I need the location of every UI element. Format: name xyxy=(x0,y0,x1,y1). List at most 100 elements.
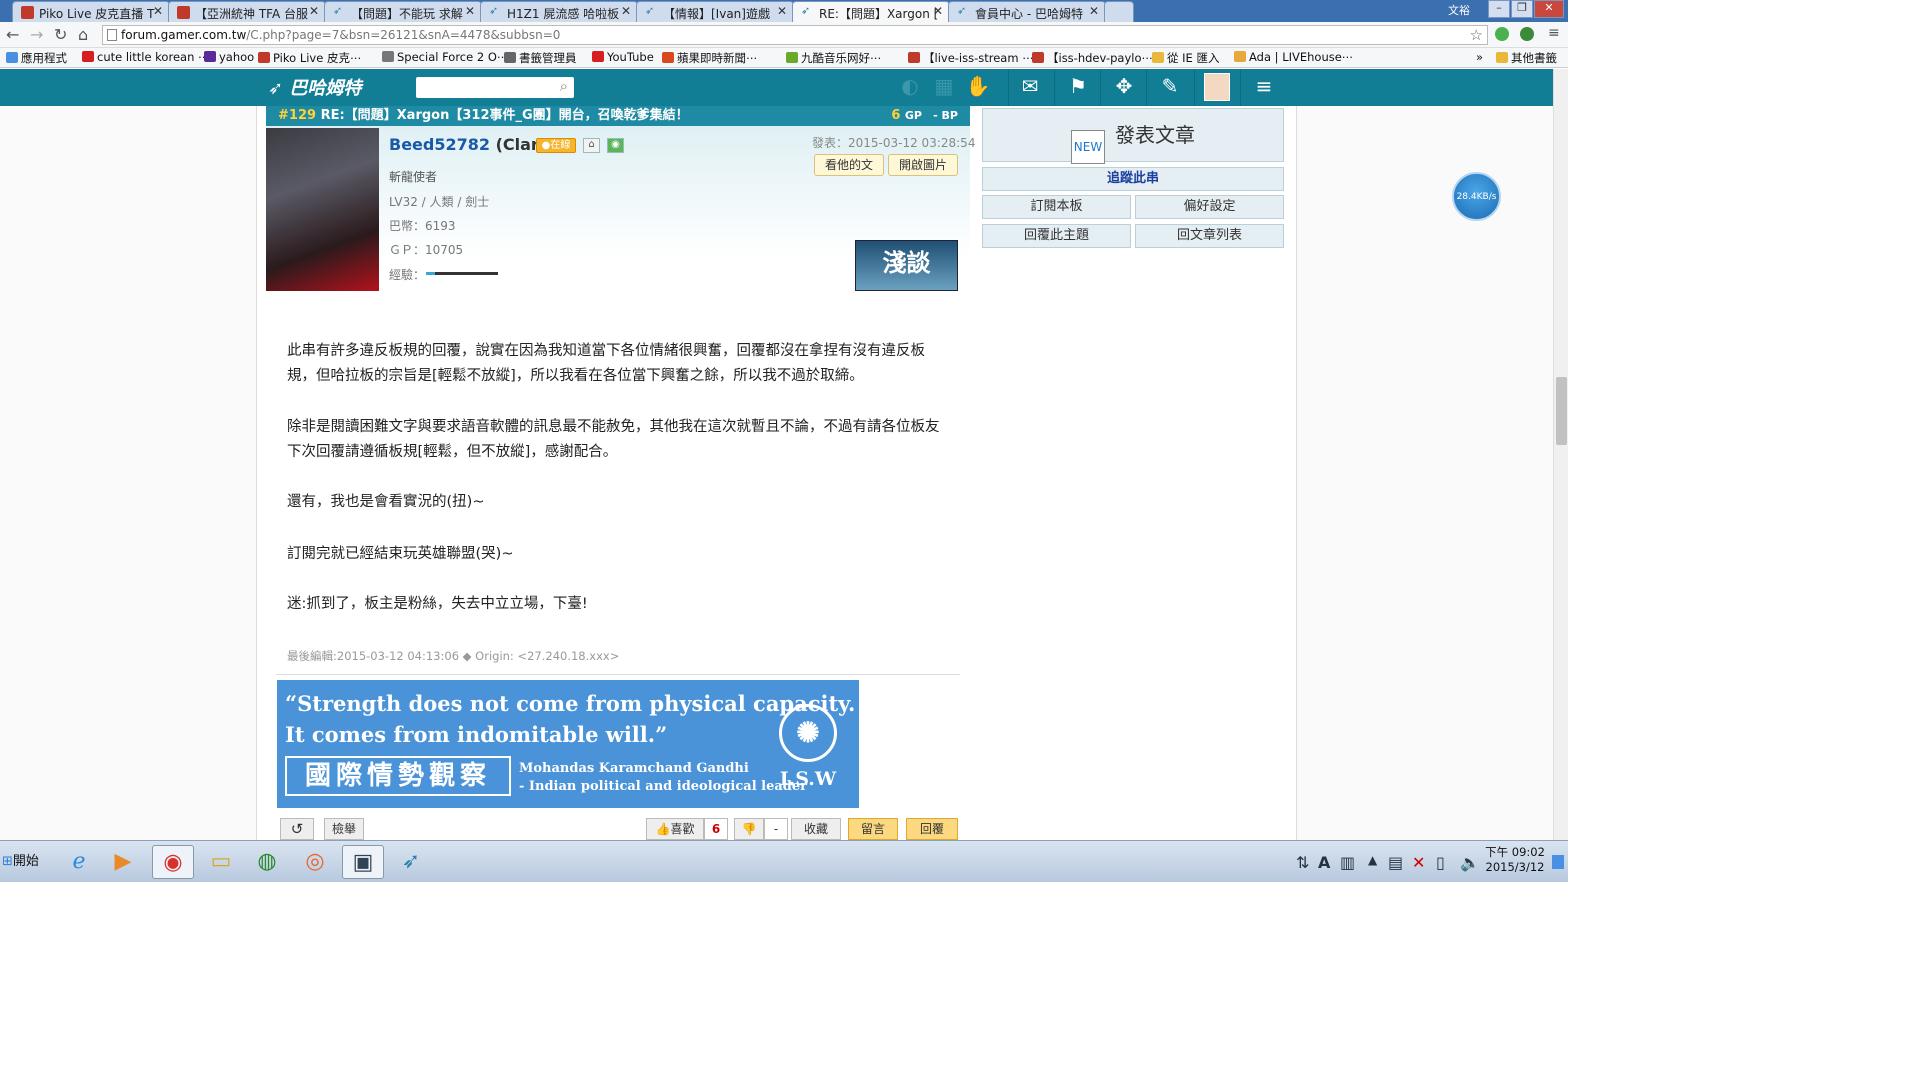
volume-icon[interactable]: 🔈 xyxy=(1460,853,1480,872)
site-logo[interactable]: ➶ 巴哈姆特 xyxy=(268,74,361,100)
tab-h1z1[interactable]: ➶ H1Z1 屍流感 哈啦板 ✕ xyxy=(480,1,638,22)
tag-icon[interactable]: ✎ xyxy=(1156,74,1184,100)
bookmark-item[interactable]: Ada | LIVEhouse⋯ xyxy=(1234,50,1353,64)
tab-close-icon[interactable]: ✕ xyxy=(777,4,787,18)
flag-icon[interactable]: ⚑ xyxy=(1064,74,1092,100)
tab-tfa[interactable]: 【亞洲統神 TFA 台服 ✕ xyxy=(168,1,326,22)
thumbs-down-icon[interactable]: 👎 xyxy=(734,818,764,840)
tab-close-icon[interactable]: ✕ xyxy=(933,4,943,18)
bookmark-item[interactable]: YouTube xyxy=(592,50,654,64)
preferences-button[interactable]: 偏好設定 xyxy=(1135,195,1284,219)
url-input[interactable]: forum.gamer.com.tw/C.php?page=7&bsn=2612… xyxy=(102,25,1488,45)
rss-icon[interactable]: ◉ xyxy=(607,138,624,153)
scroll-thumb[interactable] xyxy=(1556,377,1567,445)
report-button[interactable]: 檢舉 xyxy=(324,818,364,840)
bahamut-app-icon[interactable]: ➶ xyxy=(390,845,432,879)
bahamut-favicon-icon: ➶ xyxy=(645,4,655,17)
keyboard-icon[interactable]: ▥ xyxy=(1340,853,1355,872)
search-icon[interactable]: ⌕ xyxy=(560,77,568,95)
minimize-icon[interactable]: – xyxy=(1488,0,1510,18)
tab-member-center[interactable]: ➶ 會員中心 - 巴哈姆特 ✕ xyxy=(948,1,1106,22)
tab-close-icon[interactable]: ✕ xyxy=(621,4,631,18)
tab-close-icon[interactable]: ✕ xyxy=(153,4,163,18)
tab-close-icon[interactable]: ✕ xyxy=(1089,4,1099,18)
network-speed-widget[interactable]: 28.4KB/s xyxy=(1452,172,1501,221)
chrome-icon[interactable]: ◉ xyxy=(152,845,194,879)
home-icon[interactable]: ⌂ xyxy=(583,138,600,153)
bookmark-item[interactable]: 【live-iss-stream ⋯ xyxy=(908,50,1034,66)
close-window-icon[interactable]: ✕ xyxy=(1534,0,1564,18)
ie-icon[interactable]: ℯ xyxy=(58,845,100,879)
app-window-icon[interactable]: ▣ xyxy=(342,845,384,879)
post-date: 發表：2015-03-12 03:28:54 xyxy=(812,136,976,150)
network-icon[interactable]: ⇅ xyxy=(1296,853,1309,872)
notification-icon[interactable]: ◐ xyxy=(896,74,924,100)
gamepad-icon[interactable]: ✥ xyxy=(1110,74,1138,100)
favorite-button[interactable]: 收藏 xyxy=(791,818,841,840)
bookmarks-overflow-icon[interactable]: » xyxy=(1476,50,1483,64)
subscription-icon[interactable]: ▦ xyxy=(930,74,958,100)
tab-xargon-active[interactable]: ➶ RE:【問題】Xargon [✕ xyxy=(792,1,950,23)
reload-icon[interactable]: ↻ xyxy=(54,25,67,44)
post-floor[interactable]: #129 xyxy=(278,108,316,123)
media-player-icon[interactable]: ▶ xyxy=(102,845,144,879)
bookmark-item[interactable]: 蘋果即時新聞⋯ xyxy=(662,50,758,66)
tab-close-icon[interactable]: ✕ xyxy=(309,4,319,18)
explorer-folder-icon[interactable]: ▭ xyxy=(200,845,242,879)
post-article-button[interactable]: NEW 發表文章 xyxy=(982,108,1284,164)
tray-expand-icon[interactable]: ▲ xyxy=(1368,853,1377,867)
bookmark-item[interactable]: 書籤管理員 xyxy=(504,50,577,66)
bookmark-item[interactable]: 九酷音乐网好⋯ xyxy=(786,50,882,66)
menu-icon[interactable]: ≡ xyxy=(1548,25,1560,41)
like-button[interactable]: 👍喜歡 xyxy=(646,818,704,840)
bookmark-item[interactable]: Special Force 2 O⋯ xyxy=(382,50,508,64)
back-to-list-button[interactable]: 回文章列表 xyxy=(1135,224,1284,248)
gp-icon[interactable]: ✋ xyxy=(964,74,992,100)
poster-name[interactable]: Beed52782 (Clare) xyxy=(389,135,557,154)
bookmark-apps[interactable]: 應用程式 xyxy=(6,50,67,66)
back-arrow-icon[interactable]: ← xyxy=(6,25,19,44)
extension-icon[interactable] xyxy=(1520,27,1534,41)
reply-topic-button[interactable]: 回覆此主題 xyxy=(982,224,1131,248)
user-avatar[interactable] xyxy=(1204,73,1230,101)
new-tab-button[interactable] xyxy=(1104,1,1134,22)
tab-question[interactable]: ➶ 【問題】不能玩 求解 ✕ xyxy=(324,1,482,22)
his-posts-button[interactable]: 看他的文 xyxy=(814,154,884,176)
device-icon[interactable]: ▯ xyxy=(1436,853,1445,872)
firefox-icon[interactable]: ◎ xyxy=(294,845,336,879)
undo-icon[interactable]: ↺ xyxy=(280,818,314,840)
tab-piko-live[interactable]: Piko Live 皮克直播 T ✕ xyxy=(12,1,170,22)
reply-button[interactable]: 回覆 xyxy=(906,818,958,840)
bookmark-item[interactable]: Piko Live 皮克⋯ xyxy=(258,50,361,66)
start-button[interactable]: ⊞開始 xyxy=(2,846,48,878)
poster-avatar[interactable] xyxy=(266,128,379,291)
search-input[interactable]: ⌕ xyxy=(416,77,574,98)
comment-button[interactable]: 留言 xyxy=(848,818,898,840)
open-images-button[interactable]: 開啟圖片 xyxy=(888,154,958,176)
taskbar-clock[interactable]: 下午 09:02 2015/3/12 xyxy=(1480,845,1550,875)
ime-icon[interactable]: A xyxy=(1318,853,1330,872)
display-icon[interactable]: ▤ xyxy=(1388,853,1403,872)
bookmark-item[interactable]: cute little korean ⋯ xyxy=(82,50,210,64)
subscribe-board-button[interactable]: 訂閱本板 xyxy=(982,195,1131,219)
home-icon[interactable]: ⌂ xyxy=(78,25,88,44)
track-thread-button[interactable]: 追蹤此串 xyxy=(982,167,1284,191)
other-bookmarks[interactable]: 其他書籤 xyxy=(1496,50,1557,66)
hamburger-menu-icon[interactable]: ≡ xyxy=(1250,74,1278,100)
tab-ivan[interactable]: ➶ 【情報】[Ivan]遊戲 ✕ xyxy=(636,1,794,22)
restore-icon[interactable]: ❐ xyxy=(1511,0,1533,18)
bookmark-item[interactable]: yahoo xyxy=(204,50,254,64)
extension-green-icon[interactable] xyxy=(1495,27,1509,41)
piko-icon xyxy=(258,52,270,63)
bookmark-item[interactable]: 從 IE 匯入 xyxy=(1152,50,1219,66)
bookmark-star-icon[interactable]: ☆ xyxy=(1470,26,1483,44)
spotify-icon[interactable]: ◍ xyxy=(246,845,288,879)
tab-close-icon[interactable]: ✕ xyxy=(465,4,475,18)
mail-icon[interactable]: ✉ xyxy=(1016,74,1044,100)
vertical-scrollbar[interactable] xyxy=(1553,69,1568,840)
network-disabled-icon[interactable]: ✕ xyxy=(1412,853,1425,872)
piko-favicon-icon xyxy=(21,6,34,19)
forward-arrow-icon[interactable]: → xyxy=(30,25,43,44)
bookmark-item[interactable]: 【iss-hdev-paylo⋯ xyxy=(1032,50,1153,66)
show-desktop-icon[interactable] xyxy=(1552,855,1564,869)
